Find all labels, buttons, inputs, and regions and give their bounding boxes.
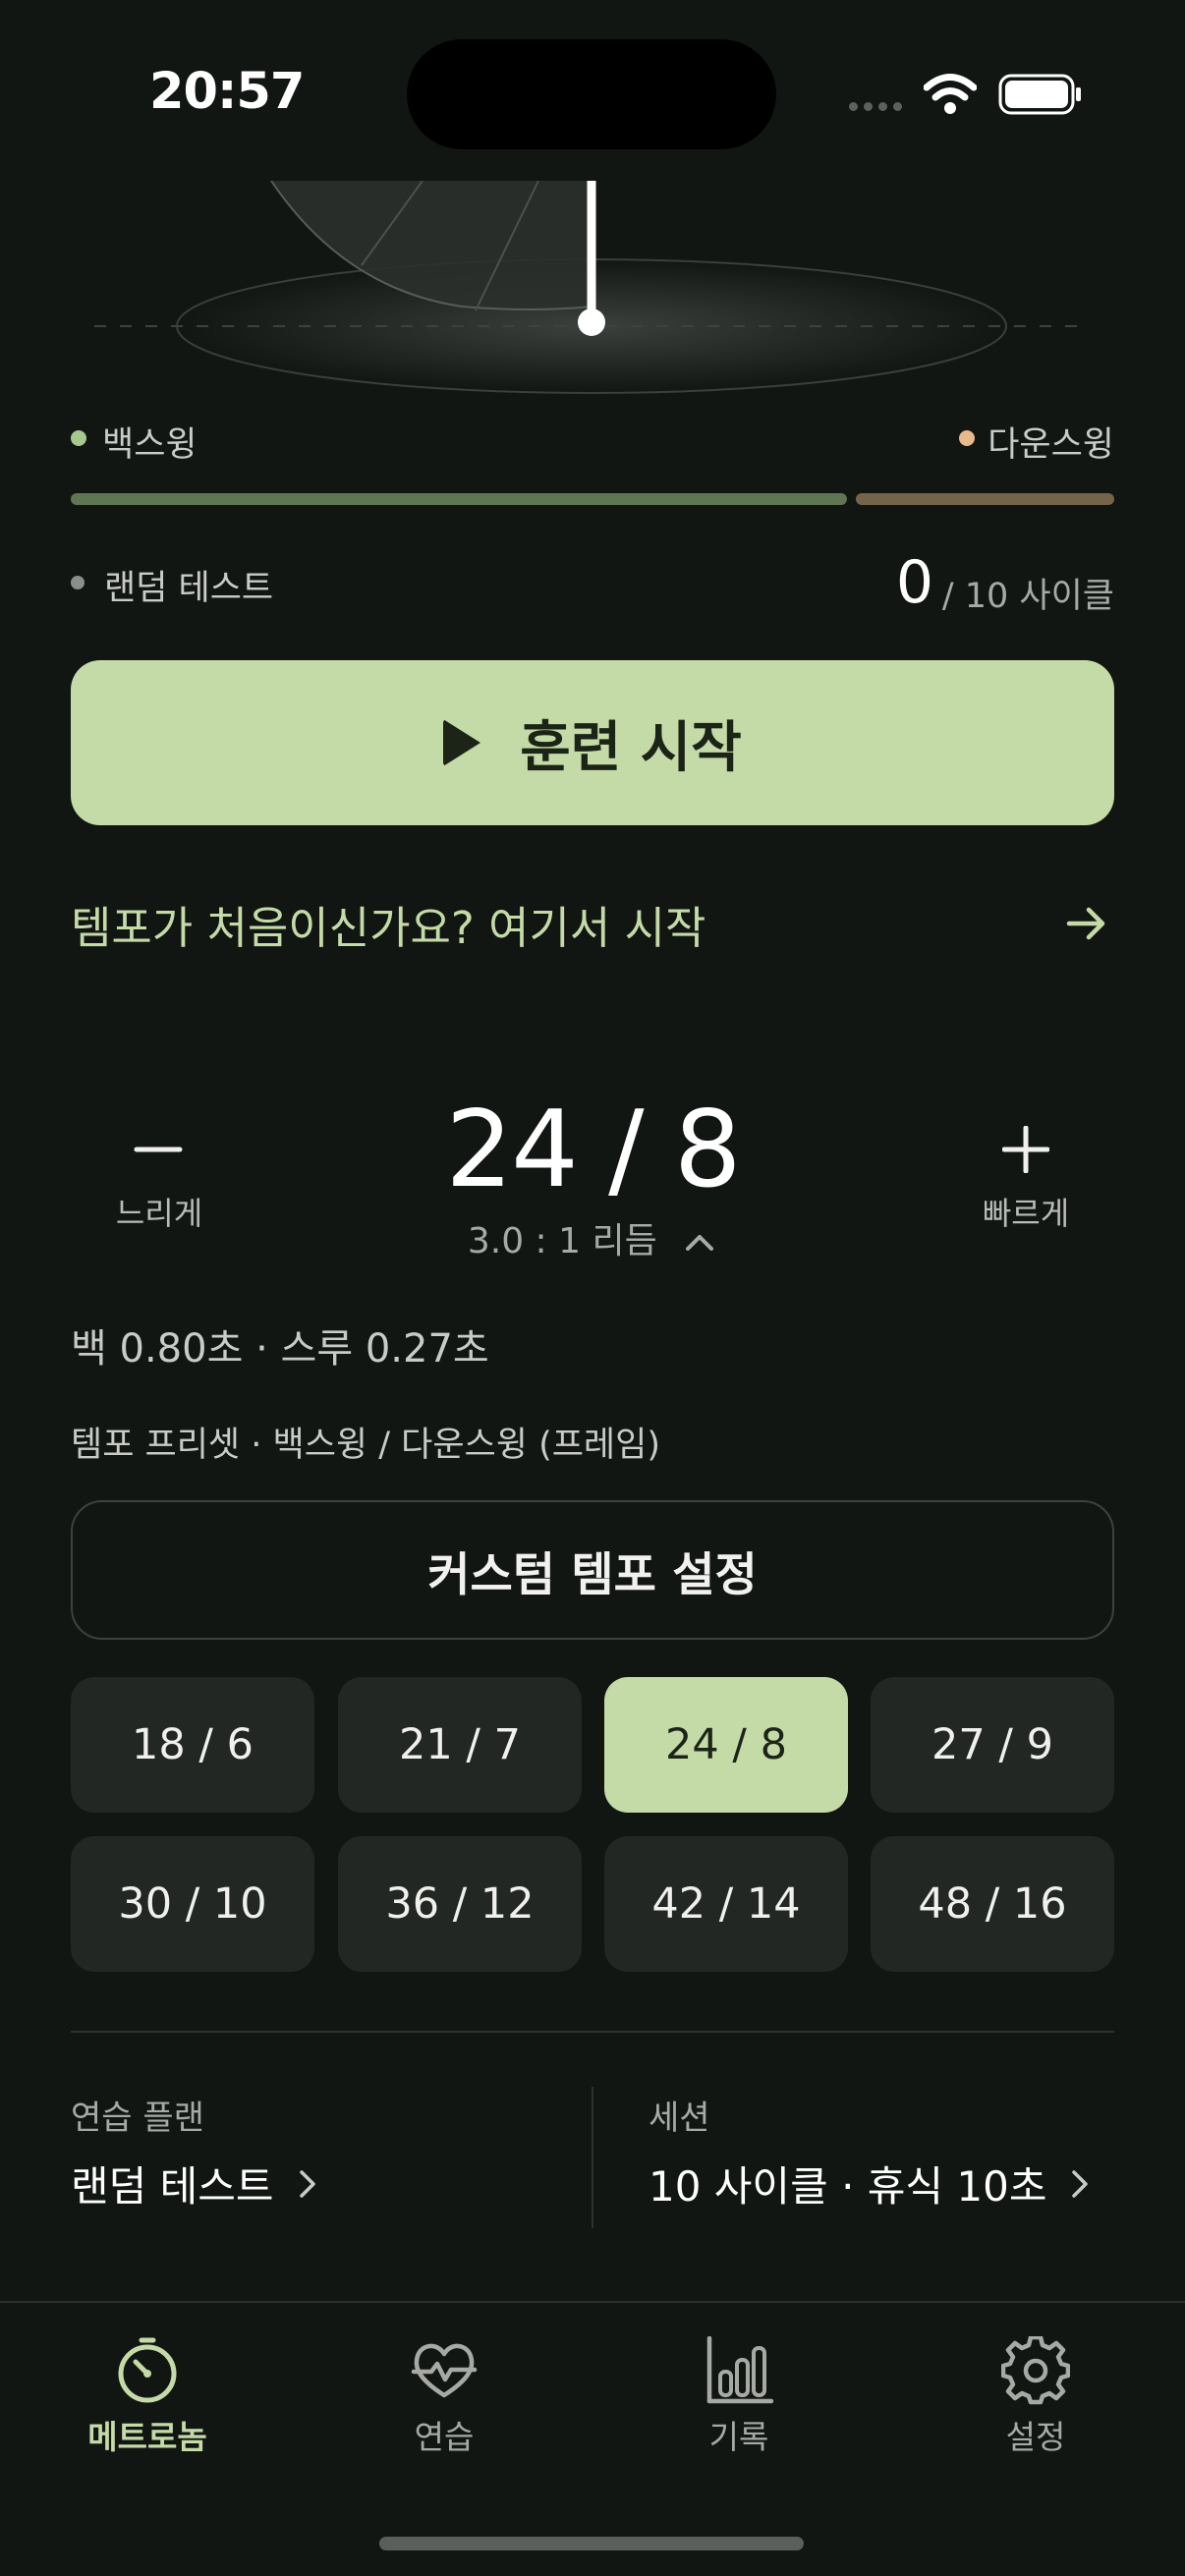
tempo-back-value: 24: [445, 1089, 578, 1211]
preset-button[interactable]: 27 / 9: [871, 1677, 1114, 1813]
session-value: 10 사이클 · 휴식 10초: [649, 2162, 1047, 2211]
faster-label[interactable]: 빠르게: [928, 1189, 1124, 1234]
session-caption: 세션: [649, 2099, 710, 2138]
custom-tempo-button[interactable]: 커스텀 템포 설정: [71, 1500, 1114, 1640]
tab-metronome-label: 메트로놈: [87, 2418, 207, 2456]
start-training-button[interactable]: 훈련 시작: [71, 660, 1114, 825]
battery-icon: [998, 74, 1081, 115]
play-icon: [443, 719, 481, 766]
backswing-label: 백스윙: [102, 425, 198, 465]
preset-button[interactable]: 21 / 7: [338, 1677, 582, 1813]
chevron-right-icon: [1072, 2169, 1089, 2198]
plan-selector[interactable]: 랜덤 테스트: [71, 2154, 317, 2213]
status-time: 20:57: [149, 63, 305, 121]
intro-link[interactable]: 템포가 처음이신가요? 여기서 시작: [71, 892, 705, 956]
start-training-label: 훈련 시작: [520, 715, 742, 780]
metronome-icon: [118, 2337, 177, 2403]
tab-history[interactable]: 기록: [621, 2336, 857, 2458]
divider: [71, 2031, 1114, 2033]
downswing-dot: [959, 430, 975, 446]
cycle-total: / 10 사이클: [941, 577, 1114, 616]
tab-bar-divider: [0, 2301, 1185, 2303]
tab-settings-label: 설정: [1005, 2418, 1066, 2456]
backswing-progress: [71, 493, 847, 505]
preset-button[interactable]: 48 / 16: [871, 1836, 1114, 1972]
vertical-divider: [592, 2087, 593, 2228]
backswing-dot: [71, 430, 86, 446]
bar-chart-icon: [706, 2336, 773, 2404]
tab-metronome[interactable]: 메트로놈: [29, 2336, 265, 2458]
preset-title: 템포 프리셋 · 백스윙 / 다운스윙 (프레임): [71, 1426, 660, 1465]
tab-practice[interactable]: 연습: [326, 2336, 562, 2458]
home-indicator[interactable]: [379, 2537, 804, 2550]
preset-button[interactable]: 18 / 6: [71, 1677, 314, 1813]
plus-icon[interactable]: [1002, 1126, 1049, 1173]
downswing-label: 다운스윙: [988, 425, 1114, 465]
dynamic-island: [407, 39, 776, 149]
swing-visualization: [94, 181, 1091, 394]
mode-dot: [71, 576, 85, 589]
timing-text: 백 0.80초 · 스루 0.27초: [71, 1326, 489, 1372]
arrow-right-icon[interactable]: [1063, 900, 1110, 947]
heart-pulse-icon: [411, 2343, 478, 2398]
chevron-up-icon: [686, 1235, 714, 1251]
preset-button[interactable]: 42 / 14: [604, 1836, 848, 1972]
plan-value: 랜덤 테스트: [71, 2162, 274, 2211]
signal-icon: [849, 102, 902, 111]
preset-button[interactable]: 30 / 10: [71, 1836, 314, 1972]
tab-settings[interactable]: 설정: [918, 2336, 1154, 2458]
tempo-slash: /: [608, 1089, 644, 1211]
preset-button-active[interactable]: 24 / 8: [604, 1677, 848, 1813]
preset-button[interactable]: 36 / 12: [338, 1836, 582, 1972]
ratio-label: 3.0 : 1 리듬: [467, 1221, 657, 1261]
gear-icon: [1001, 2336, 1070, 2405]
tab-practice-label: 연습: [414, 2418, 475, 2456]
mode-label: 랜덤 테스트: [104, 569, 274, 608]
tempo-down-value: 8: [673, 1089, 742, 1211]
tab-history-label: 기록: [708, 2418, 769, 2456]
chevron-right-icon: [299, 2169, 315, 2198]
session-selector[interactable]: 10 사이클 · 휴식 10초: [649, 2154, 1090, 2213]
plan-caption: 연습 플랜: [71, 2099, 204, 2138]
cycle-count: 0: [895, 548, 933, 617]
downswing-progress: [856, 493, 1114, 505]
wifi-icon: [924, 74, 977, 114]
